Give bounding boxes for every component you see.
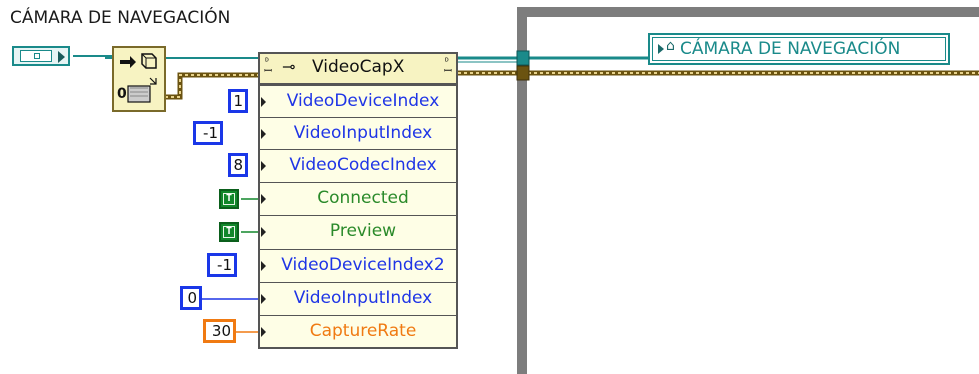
input-arrow-icon bbox=[261, 227, 266, 237]
property-label: VideoCodecIndex bbox=[289, 155, 437, 175]
control-label: CÁMARA DE NAVEGACIÓN bbox=[10, 8, 231, 28]
refnum-out-icon: ᴰꟷ bbox=[443, 57, 452, 77]
boolean-true-label: T bbox=[223, 226, 235, 238]
refnum-out-wire[interactable] bbox=[458, 56, 648, 63]
property-row-preview[interactable]: Preview bbox=[258, 215, 458, 247]
to-variant-node[interactable]: 0 bbox=[112, 46, 166, 112]
property-label: VideoInputIndex bbox=[293, 123, 433, 143]
refnum-control-terminal[interactable] bbox=[12, 46, 70, 66]
refnum-in-icon: ᴰꟷ bbox=[264, 57, 273, 77]
boolean-constant-connected[interactable]: T bbox=[219, 189, 239, 209]
input-arrow-icon bbox=[261, 294, 266, 304]
boolean-true-label: T bbox=[223, 193, 235, 205]
numeric-constant-video-input-index-2[interactable]: 0 bbox=[180, 286, 202, 310]
input-arrow-icon bbox=[261, 261, 266, 271]
structure-frame[interactable] bbox=[517, 7, 979, 374]
svg-text:0: 0 bbox=[117, 86, 127, 102]
input-arrow-icon bbox=[261, 97, 266, 107]
to-variant-icon: 0 bbox=[117, 53, 157, 103]
property-row-video-device-index[interactable]: VideoDeviceIndex bbox=[258, 85, 458, 117]
property-row-capture-rate[interactable]: CaptureRate bbox=[258, 315, 458, 347]
integer-constant-capture-rate[interactable]: 30 bbox=[203, 319, 236, 343]
property-label: Connected bbox=[317, 188, 409, 208]
property-label: VideoDeviceIndex bbox=[286, 91, 440, 111]
property-label: VideoDeviceIndex2 bbox=[281, 255, 445, 275]
property-node-header[interactable]: ᴰꟷ ⊸ VideoCapX ᴰꟷ bbox=[258, 52, 458, 85]
home-icon: ⌂ bbox=[666, 38, 675, 54]
property-row-video-device-index2[interactable]: VideoDeviceIndex2 bbox=[258, 249, 458, 281]
property-key-icon: ⊸ bbox=[282, 57, 296, 76]
refnum-icon bbox=[20, 50, 52, 62]
property-row-video-input-index-2[interactable]: VideoInputIndex bbox=[258, 282, 458, 314]
numeric-constant-video-input-index[interactable]: -1 bbox=[193, 121, 223, 145]
boolean-constant-preview[interactable]: T bbox=[219, 222, 239, 242]
numeric-constant-video-codec-index[interactable]: 8 bbox=[228, 153, 248, 177]
input-arrow-icon bbox=[261, 161, 266, 171]
input-arrow-icon bbox=[261, 194, 266, 204]
input-arrow-icon bbox=[261, 327, 266, 337]
variant-tunnel[interactable] bbox=[516, 65, 530, 81]
write-arrow-icon bbox=[658, 44, 664, 54]
property-label: Preview bbox=[329, 221, 397, 241]
property-label: CaptureRate bbox=[309, 321, 417, 341]
property-label: VideoInputIndex bbox=[293, 288, 433, 308]
refnum-tunnel[interactable] bbox=[516, 50, 530, 66]
input-arrow-icon bbox=[261, 129, 266, 139]
property-row-connected[interactable]: Connected bbox=[258, 182, 458, 214]
numeric-constant-video-device-index[interactable]: 1 bbox=[228, 89, 248, 113]
property-node-class-name: VideoCapX bbox=[312, 57, 405, 77]
local-variable[interactable]: ⌂ CÁMARA DE NAVEGACIÓN bbox=[648, 33, 950, 65]
property-row-video-input-index[interactable]: VideoInputIndex bbox=[258, 117, 458, 149]
terminal-arrow-icon bbox=[58, 51, 65, 63]
local-variable-label: CÁMARA DE NAVEGACIÓN bbox=[680, 39, 901, 59]
property-row-video-codec-index[interactable]: VideoCodecIndex bbox=[258, 149, 458, 181]
numeric-constant-video-device-index2[interactable]: -1 bbox=[207, 253, 237, 277]
